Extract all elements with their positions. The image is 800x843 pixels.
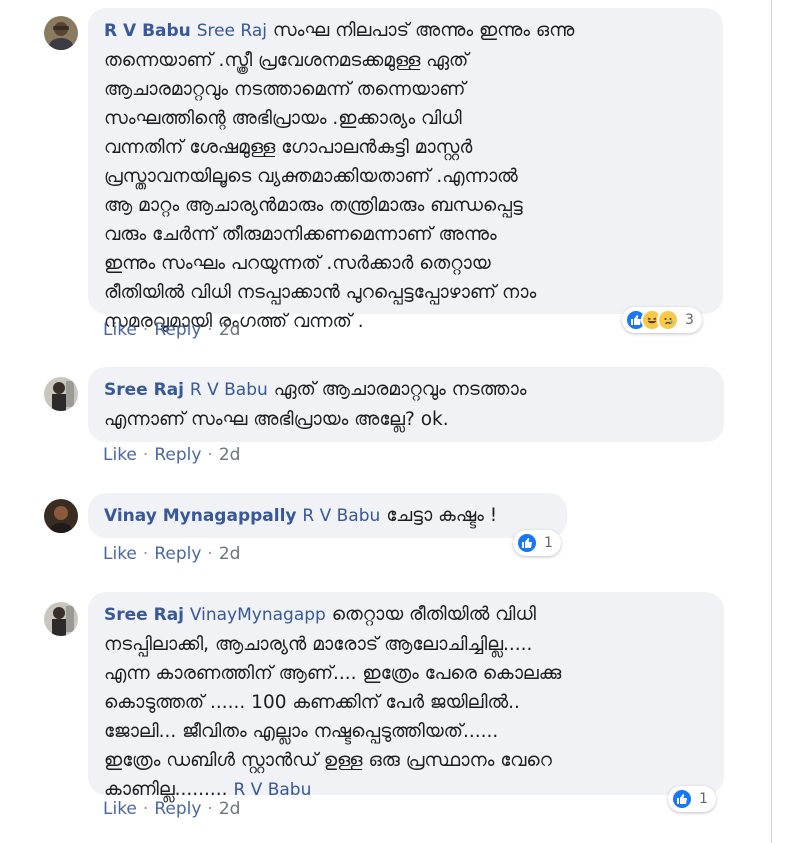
comment-mention[interactable]: Sree Raj — [197, 21, 267, 41]
avatar[interactable] — [44, 16, 78, 50]
comment-timestamp[interactable]: 2d — [219, 799, 241, 819]
sad-icon — [657, 309, 679, 331]
reply-button[interactable]: Reply — [154, 445, 201, 465]
comment-trailing-mention[interactable]: R V Babu — [233, 780, 311, 800]
comment-actions: Like · Reply · 2d — [103, 320, 241, 340]
reaction-summary[interactable]: 3 — [622, 307, 702, 333]
like-button[interactable]: Like — [103, 320, 137, 340]
comment-bubble: R V Babu Sree Raj സംഘ നിലപാട് അന്നും ഇന്… — [88, 8, 723, 332]
comment-bubble: Sree Raj R V Babu ഏത് ആചാരമാറ്റവും നടത്ത… — [88, 367, 724, 442]
comment-text: തെറ്റായ രീതിയിൽ വിധി നടപ്പിലാക്കി, ആചാര്… — [104, 604, 562, 800]
avatar[interactable] — [44, 377, 78, 411]
reaction-count: 3 — [685, 312, 694, 328]
like-icon — [516, 532, 538, 554]
comment-actions: Like · Reply · 2d — [103, 445, 241, 465]
comment-text: സംഘ നിലപാട് അന്നും ഇന്നും ഒന്നു തന്നെയാണ… — [104, 20, 575, 332]
reaction-count: 1 — [544, 535, 553, 551]
avatar[interactable] — [44, 499, 78, 533]
reply-button[interactable]: Reply — [154, 544, 201, 564]
comment-mention[interactable]: R V Babu — [302, 506, 380, 526]
reply-button[interactable]: Reply — [154, 320, 201, 340]
avatar[interactable] — [44, 602, 78, 636]
comment-actions: Like · Reply · 2d — [103, 799, 241, 819]
reaction-summary[interactable]: 1 — [513, 530, 561, 556]
comment-author[interactable]: R V Babu — [104, 21, 191, 41]
like-button[interactable]: Like — [103, 799, 137, 819]
reaction-count: 1 — [699, 791, 708, 807]
reaction-summary[interactable]: 1 — [668, 786, 716, 812]
comment-text: ചേട്ടാ കഷ്ടം ! — [386, 505, 498, 526]
comment-bubble: Sree Raj VinayMynagapp തെറ്റായ രീതിയിൽ വ… — [88, 592, 724, 800]
reply-button[interactable]: Reply — [154, 799, 201, 819]
like-button[interactable]: Like — [103, 544, 137, 564]
right-divider — [771, 0, 772, 843]
comment-mention[interactable]: VinayMynagapp — [190, 605, 326, 625]
comment-bubble: Vinay Mynagappally R V Babu ചേട്ടാ കഷ്ടം… — [88, 493, 567, 538]
comment-actions: Like · Reply · 2d — [103, 544, 241, 564]
comment-mention[interactable]: R V Babu — [190, 380, 268, 400]
comment-author[interactable]: Sree Raj — [104, 380, 184, 400]
comment-author[interactable]: Vinay Mynagappally — [104, 506, 297, 526]
like-button[interactable]: Like — [103, 445, 137, 465]
comment-timestamp[interactable]: 2d — [219, 320, 241, 340]
comment-author[interactable]: Sree Raj — [104, 605, 184, 625]
comment-timestamp[interactable]: 2d — [219, 445, 241, 465]
like-icon — [671, 788, 693, 810]
comment-timestamp[interactable]: 2d — [219, 544, 241, 564]
